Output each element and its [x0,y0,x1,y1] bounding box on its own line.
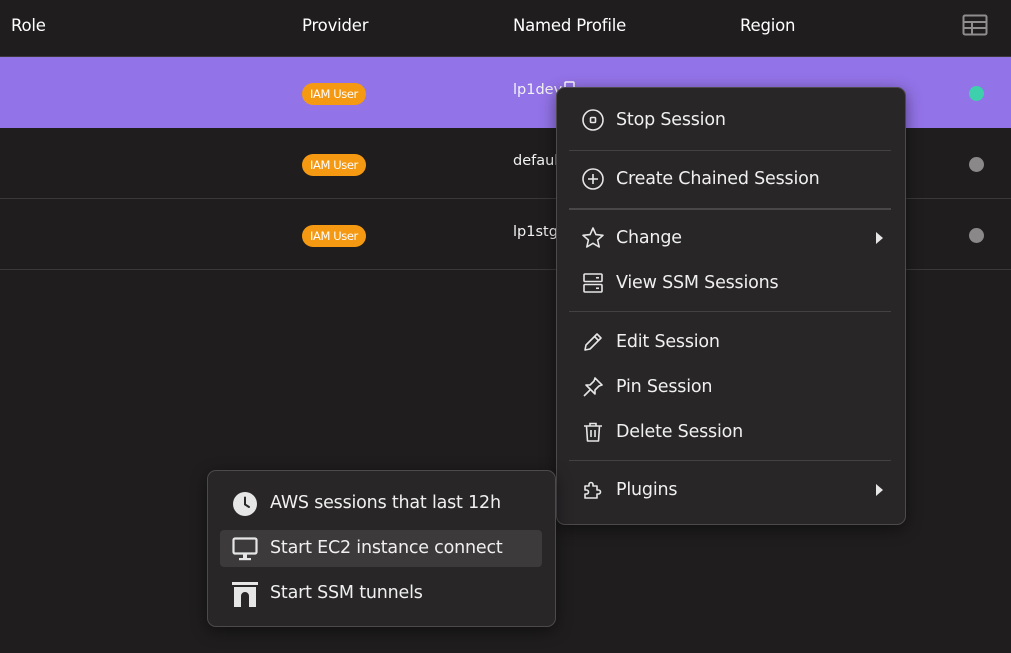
trash-icon [584,422,602,442]
table-header: Role Provider Named Profile Region [0,0,1011,57]
server-icon [583,273,603,293]
sessions-page: Role Provider Named Profile Region IAM U… [0,0,1011,653]
plus-circle-icon [582,168,604,190]
plugin-item-label: AWS sessions that last 12h [270,493,501,513]
pin-icon [583,377,603,397]
chevron-right-icon [876,232,883,244]
menu-item-stop-session[interactable]: Stop Session [569,100,893,140]
menu-item-label: Stop Session [616,110,726,130]
menu-item-change[interactable]: Change [569,218,893,258]
menu-divider [569,150,891,151]
menu-item-label: Delete Session [616,422,744,442]
status-dot-inactive [969,157,984,172]
named-profile-text: lp1dev [513,82,563,98]
menu-divider [569,311,891,312]
plugin-item-label: Start EC2 instance connect [270,538,503,558]
menu-item-label: Plugins [616,480,678,500]
stop-circle-icon [582,109,604,131]
menu-item-label: Pin Session [616,377,713,397]
plugin-item-ssm-tunnels[interactable]: Start SSM tunnels [220,575,542,612]
column-header-provider[interactable]: Provider [302,16,369,35]
table-columns-icon[interactable] [962,14,988,36]
tunnel-icon [232,582,258,607]
menu-item-label: View SSM Sessions [616,273,779,293]
menu-divider [569,208,891,210]
menu-item-delete-session[interactable]: Delete Session [569,412,893,452]
menu-item-label: Edit Session [616,332,720,352]
menu-item-plugins[interactable]: Plugins [569,470,893,510]
pencil-icon [584,333,602,351]
menu-item-view-ssm-sessions[interactable]: View SSM Sessions [569,263,893,303]
chevron-right-icon [876,484,883,496]
menu-item-create-chained-session[interactable]: Create Chained Session [569,159,893,199]
named-profile-text: lp1stg [513,224,558,240]
menu-item-label: Change [616,228,682,248]
plugin-item-label: Start SSM tunnels [270,583,423,603]
menu-divider [569,460,891,461]
plugin-item-ec2-instance-connect[interactable]: Start EC2 instance connect [220,530,542,567]
status-dot-active [969,86,984,101]
provider-badge: IAM User [302,154,366,176]
column-header-role[interactable]: Role [11,16,46,35]
clock-icon [233,492,257,516]
provider-badge: IAM User [302,83,366,105]
menu-item-pin-session[interactable]: Pin Session [569,367,893,407]
monitor-icon [232,537,258,561]
puzzle-icon [584,481,602,499]
status-dot-inactive [969,228,984,243]
menu-item-edit-session[interactable]: Edit Session [569,322,893,362]
column-header-region[interactable]: Region [740,16,795,35]
menu-item-label: Create Chained Session [616,169,820,189]
column-header-named-profile[interactable]: Named Profile [513,16,626,35]
star-icon [582,227,604,248]
plugin-item-aws-sessions-12h[interactable]: AWS sessions that last 12h [220,485,542,522]
session-context-menu: Stop Session Create Chained Session Chan… [556,87,906,525]
provider-badge: IAM User [302,225,366,247]
plugins-submenu: AWS sessions that last 12h Start EC2 ins… [207,470,556,627]
